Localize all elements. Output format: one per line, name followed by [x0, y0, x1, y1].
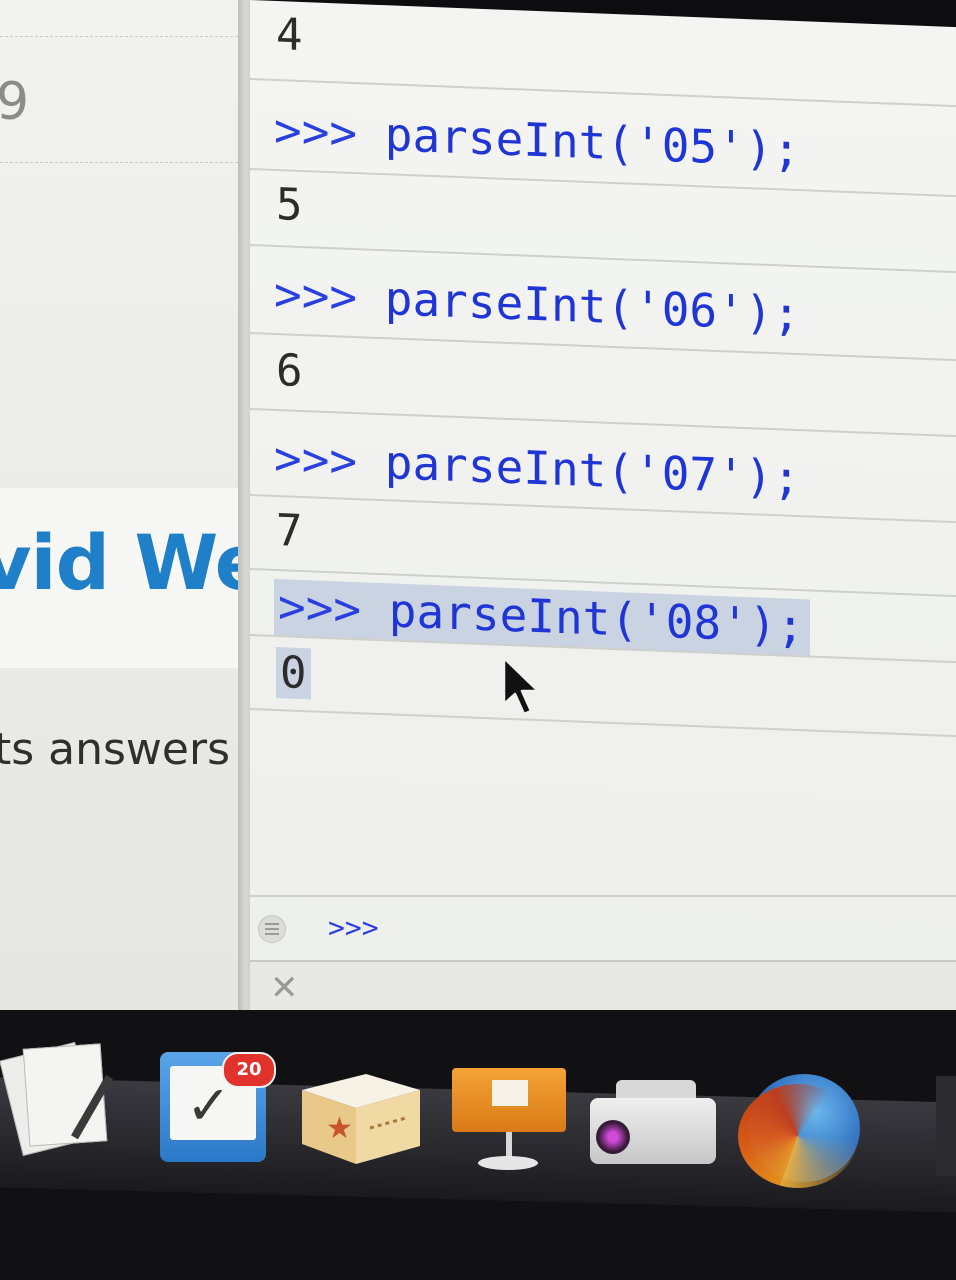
command-text: parseInt('06');	[384, 271, 801, 342]
console-result-selected: 0	[276, 646, 311, 700]
command-text: parseInt('07');	[384, 435, 801, 506]
prompt-glyph: >>>	[274, 266, 358, 325]
notification-badge: 20	[222, 1052, 276, 1088]
row-separator	[250, 708, 956, 738]
panel-divider[interactable]	[238, 0, 250, 1010]
separator	[0, 162, 248, 163]
profile-summary-text: ts answers	[0, 724, 231, 775]
console-command: >>> parseInt('07');	[274, 431, 800, 505]
dock-item-presentation[interactable]	[450, 1058, 570, 1174]
console-result: 5	[276, 178, 303, 232]
prompt-glyph: >>>	[274, 102, 358, 161]
console-result: 7	[276, 504, 303, 558]
console-menu-icon[interactable]	[258, 915, 286, 943]
console-input-row: >>>	[250, 895, 956, 959]
console-command: >>> parseInt('05');	[274, 103, 800, 177]
mouse-cursor-icon	[502, 656, 540, 716]
partial-number: 9	[0, 72, 30, 132]
dock-item-box-app[interactable]: ★	[296, 1060, 424, 1166]
console-command: >>> parseInt('06');	[274, 267, 800, 341]
row-separator	[250, 168, 956, 198]
svg-text:★: ★	[326, 1111, 353, 1146]
row-separator	[250, 78, 956, 108]
console-footer: ✕	[250, 960, 956, 1012]
webpage-panel: 9 vid Wer ts answers	[0, 0, 248, 1010]
command-text: parseInt('05');	[384, 107, 801, 178]
dock-item-projector[interactable]	[586, 1076, 720, 1172]
console-result: 4	[276, 8, 303, 62]
profile-name-heading[interactable]: vid Wer	[0, 518, 248, 607]
prompt-glyph: >>>	[274, 430, 358, 489]
prompt-glyph: >>>	[278, 579, 362, 637]
close-icon[interactable]: ✕	[270, 968, 299, 1008]
dock-item-firefox[interactable]	[736, 1070, 868, 1188]
row-separator	[250, 494, 956, 524]
console-result: 6	[276, 344, 303, 398]
row-separator	[250, 332, 956, 362]
dock-item-preview[interactable]	[0, 1042, 128, 1156]
input-prompt: >>>	[328, 911, 379, 944]
console-command-input[interactable]	[390, 909, 894, 947]
dock-item-partial[interactable]	[936, 1076, 956, 1176]
separator	[0, 36, 248, 37]
box-icon: ★	[302, 1074, 420, 1164]
screen: 9 vid Wer ts answers 4 >>> parseInt('05'…	[0, 0, 956, 1280]
console-output: 4 >>> parseInt('05'); 5 >>> parseInt('06…	[250, 0, 956, 1038]
